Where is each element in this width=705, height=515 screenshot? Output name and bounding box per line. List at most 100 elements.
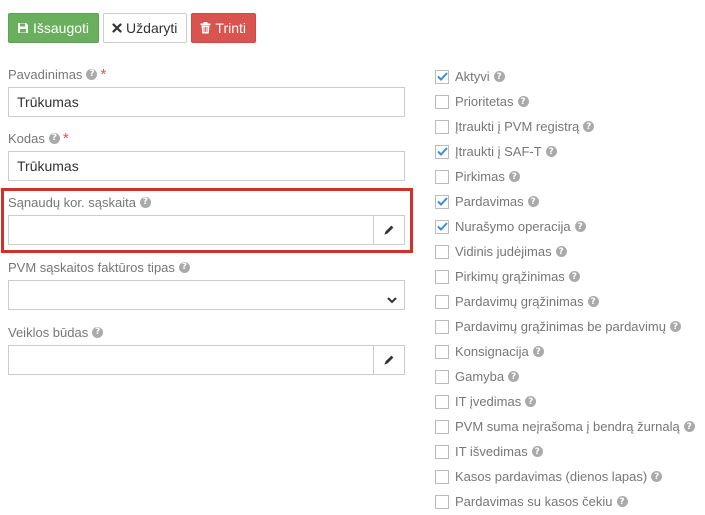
checkbox[interactable]	[435, 194, 449, 209]
help-icon[interactable]: ?	[669, 321, 681, 332]
checkbox-row[interactable]: Gamyba?	[435, 364, 695, 389]
help-icon[interactable]: ?	[683, 421, 695, 432]
checkbox[interactable]	[435, 244, 449, 259]
name-input[interactable]: Trūkumas	[8, 87, 405, 117]
checkbox-row[interactable]: Aktyvi?	[435, 64, 695, 89]
checkbox-row[interactable]: Pardavimų grąžinimas be pardavimų?	[435, 314, 695, 339]
expense-account-input[interactable]	[8, 215, 405, 245]
checkbox[interactable]	[435, 94, 449, 109]
checkbox-row[interactable]: Pirkimų grąžinimas?	[435, 264, 695, 289]
checkbox-row[interactable]: Kasos pardavimas (dienos lapas)?	[435, 464, 695, 489]
vat-invoice-type-select[interactable]	[8, 280, 405, 310]
name-input-value: Trūkumas	[17, 94, 79, 110]
checkbox-row[interactable]: Įtraukti į SAF-T?	[435, 139, 695, 164]
checkbox[interactable]	[435, 119, 449, 134]
checkbox[interactable]	[435, 269, 449, 284]
checkbox-label: IT įvedimas	[455, 394, 522, 409]
checkbox-label: Pirkimų grąžinimas	[455, 269, 565, 284]
close-button-label: Uždaryti	[126, 20, 178, 36]
checkbox-row[interactable]: PVM suma neįrašoma į bendrą žurnalą?	[435, 414, 695, 439]
activity-type-label: Veiklos būdas	[8, 324, 89, 340]
help-icon[interactable]: ?	[568, 271, 580, 282]
help-icon[interactable]: ?	[527, 196, 539, 207]
expense-account-edit-button[interactable]	[373, 216, 404, 244]
checkbox[interactable]	[435, 494, 449, 509]
checkbox-row[interactable]: IT įvedimas?	[435, 389, 695, 414]
checkbox[interactable]	[435, 444, 449, 459]
help-icon[interactable]: ?	[555, 246, 567, 257]
help-icon[interactable]: ?	[616, 496, 628, 507]
checkbox-label: Pardavimas	[455, 194, 524, 209]
checkbox-label: PVM suma neįrašoma į bendrą žurnalą	[455, 419, 680, 434]
help-icon[interactable]: ?	[493, 71, 505, 82]
delete-button[interactable]: Trinti	[191, 13, 256, 43]
toolbar: Išsaugoti Uždaryti Trinti	[8, 13, 256, 43]
checkbox-label: Gamyba	[455, 369, 505, 384]
help-icon[interactable]: ?	[587, 296, 599, 307]
checkbox[interactable]	[435, 219, 449, 234]
checkbox-label: Aktyvi	[455, 69, 490, 84]
code-field-group: Kodas ? * Trūkumas	[8, 129, 405, 181]
help-icon[interactable]: ?	[139, 196, 151, 208]
save-button[interactable]: Išsaugoti	[8, 13, 100, 43]
floppy-disk-icon	[17, 22, 29, 34]
checkbox[interactable]	[435, 169, 449, 184]
help-icon[interactable]: ?	[574, 221, 586, 232]
checkbox[interactable]	[435, 394, 449, 409]
checkbox-row[interactable]: Prioritetas?	[435, 89, 695, 114]
checkbox-label: IT išvedimas	[455, 444, 528, 459]
help-icon[interactable]: ?	[545, 146, 557, 157]
checkbox[interactable]	[435, 294, 449, 309]
help-icon[interactable]: ?	[508, 171, 520, 182]
checkbox-row[interactable]: Pirkimas?	[435, 164, 695, 189]
help-icon[interactable]: ?	[651, 471, 663, 482]
expense-account-field-group: Sąnaudų kor. sąskaita ?	[8, 193, 405, 245]
checkmark-icon	[436, 222, 448, 231]
help-icon[interactable]: ?	[583, 121, 595, 132]
help-icon[interactable]: ?	[517, 96, 529, 107]
help-icon[interactable]: ?	[532, 346, 544, 357]
checkbox-row[interactable]: Vidinis judėjimas?	[435, 239, 695, 264]
checkbox-row[interactable]: IT išvedimas?	[435, 439, 695, 464]
vat-invoice-type-label: PVM sąskaitos faktūros tipas	[8, 259, 175, 275]
checkbox-row[interactable]: Pardavimas su kasos čekiu?	[435, 489, 695, 514]
close-button[interactable]: Uždaryti	[103, 13, 188, 43]
checkbox-list: Aktyvi? Prioritetas? Įtraukti į PVM regist…	[435, 64, 695, 514]
checkbox[interactable]	[435, 69, 449, 84]
checkbox-row[interactable]: Įtraukti į PVM registrą?	[435, 114, 695, 139]
activity-type-edit-button[interactable]	[373, 346, 404, 374]
code-input[interactable]: Trūkumas	[8, 151, 405, 181]
checkbox[interactable]	[435, 369, 449, 384]
name-label: Pavadinimas	[8, 66, 83, 82]
checkbox[interactable]	[435, 419, 449, 434]
help-icon[interactable]: ?	[86, 68, 98, 80]
activity-type-field-group: Veiklos būdas ?	[8, 323, 405, 375]
vat-invoice-type-field-group: PVM sąskaitos faktūros tipas ?	[8, 258, 405, 310]
save-button-label: Išsaugoti	[33, 20, 90, 36]
checkbox-row[interactable]: Konsignacija?	[435, 339, 695, 364]
checkbox-row[interactable]: Pardavimų grąžinimas?	[435, 289, 695, 314]
checkbox[interactable]	[435, 144, 449, 159]
checkmark-icon	[436, 197, 448, 206]
checkmark-icon	[436, 147, 448, 156]
activity-type-input[interactable]	[8, 345, 405, 375]
code-label: Kodas	[8, 130, 45, 146]
checkbox-label: Kasos pardavimas (dienos lapas)	[455, 469, 648, 484]
checkbox-label: Nurašymo operacija	[455, 219, 571, 234]
help-icon[interactable]: ?	[48, 132, 60, 144]
name-field-group: Pavadinimas ? * Trūkumas	[8, 65, 405, 117]
checkbox[interactable]	[435, 344, 449, 359]
trash-icon	[200, 22, 211, 34]
chevron-down-icon	[387, 291, 397, 307]
checkbox-row[interactable]: Nurašymo operacija?	[435, 214, 695, 239]
checkbox-label: Pardavimų grąžinimas be pardavimų	[455, 319, 666, 334]
help-icon[interactable]: ?	[178, 261, 190, 273]
checkbox-row[interactable]: Pardavimas?	[435, 189, 695, 214]
checkbox[interactable]	[435, 319, 449, 334]
help-icon[interactable]: ?	[531, 446, 543, 457]
help-icon[interactable]: ?	[508, 371, 520, 382]
help-icon[interactable]: ?	[525, 396, 537, 407]
checkbox[interactable]	[435, 469, 449, 484]
help-icon[interactable]: ?	[92, 326, 104, 338]
checkbox-label: Prioritetas	[455, 94, 514, 109]
